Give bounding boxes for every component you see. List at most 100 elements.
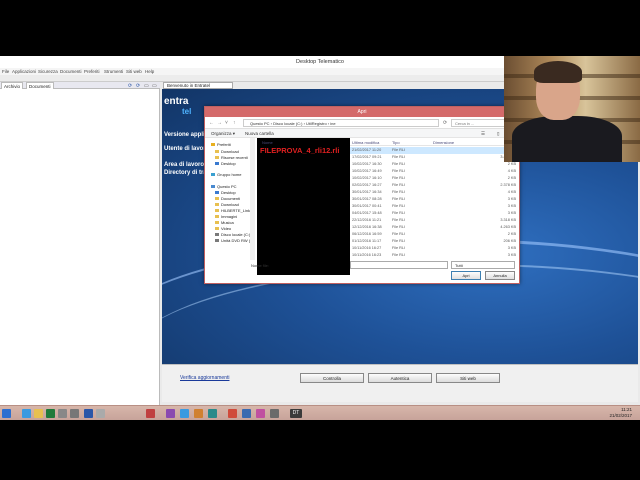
refresh-icon[interactable]: ⟳ [443, 120, 447, 126]
col-name[interactable]: Nome [262, 140, 273, 145]
col-type[interactable]: Tipo [392, 140, 400, 145]
siti-web-button[interactable]: Siti web [436, 373, 500, 383]
preview-filename: FILEPROVA_4_rli12.rli [260, 146, 340, 155]
menu-file[interactable]: File [2, 69, 9, 74]
file-row[interactable]: 10/02/2017 16:30 File RLI 2 KB [350, 161, 520, 168]
file-row[interactable]: 10/11/2016 16:23 File RLI 3 KB [350, 252, 520, 259]
file-row[interactable]: 17/02/2017 09:21File RLI3.466 KB [350, 154, 520, 161]
app2-icon[interactable] [70, 409, 79, 418]
menu-documenti[interactable]: Documenti [60, 69, 82, 74]
menu-strumenti[interactable]: Strumenti [104, 69, 123, 74]
file-type: File RLI [392, 183, 406, 187]
verifica-aggiornamenti-link[interactable]: Verifica aggiornamenti [180, 375, 229, 381]
cancel-button[interactable]: Annulla [485, 271, 515, 280]
nav-item[interactable]: Preferiti [211, 142, 231, 147]
nav-item[interactable]: Disco locale (C:) [215, 232, 250, 237]
controlla-button[interactable]: Controlla [300, 373, 364, 383]
file-row[interactable]: 30/01/2017 08:28 File RLI 3 KB [350, 196, 520, 203]
tab-archivio[interactable]: Archivio [1, 82, 24, 89]
ie-icon[interactable] [22, 409, 31, 418]
refresh-icon[interactable]: ⟳ [128, 83, 132, 89]
excel-icon[interactable] [46, 409, 55, 418]
file-row[interactable]: 10/02/2017 16:49 File RLI 4 KB [350, 168, 520, 175]
file-date: 30/01/2017 08:28 [352, 197, 382, 201]
menu-applicazioni[interactable]: Applicazioni [12, 69, 36, 74]
folder-icon [215, 215, 219, 219]
nav-item[interactable]: Questo PC [211, 184, 237, 189]
breadcrumb[interactable]: Questo PC › Disco locale (C:) › UtilRegi… [243, 119, 439, 127]
app3-icon[interactable] [96, 409, 105, 418]
up-icon[interactable]: ↑ [233, 120, 236, 126]
menu-preferiti[interactable]: Preferiti [84, 69, 100, 74]
back-icon[interactable]: ← [209, 120, 214, 126]
homegroup-icon [211, 173, 215, 177]
app7-icon[interactable] [208, 409, 217, 418]
explorer-icon[interactable] [34, 409, 43, 418]
nav-item[interactable]: Desktop [215, 190, 236, 195]
file-date: 12/12/2016 16:38 [352, 225, 382, 229]
nav-item[interactable]: Unità DVD RW ( [215, 238, 250, 243]
folder-icon [215, 197, 219, 201]
nav-scrollbar[interactable] [250, 138, 255, 260]
forward-icon[interactable]: → [217, 120, 222, 126]
organize-button[interactable]: Organizza ▾ [211, 131, 235, 137]
nav-item[interactable]: HILBERTE_Linkdin [215, 208, 254, 213]
nav-item[interactable]: Immagini [215, 214, 237, 219]
nav-item[interactable]: Documenti [215, 196, 240, 201]
view-icon[interactable]: ☰ [481, 131, 485, 137]
word-icon[interactable] [84, 409, 93, 418]
app9-icon[interactable] [270, 409, 279, 418]
file-row[interactable]: 10/02/2017 16:10 File RLI 2 KB [350, 175, 520, 182]
file-date: 17/02/2017 09:21 [352, 155, 382, 159]
file-row[interactable]: 01/12/2016 11:17 File RLI 206 KB [350, 238, 520, 245]
col-size[interactable]: Dimensione [433, 140, 454, 145]
tab-documenti[interactable]: Documenti [26, 82, 54, 89]
file-date: 10/11/2016 16:27 [352, 246, 382, 250]
file-row[interactable]: 30/01/2017 00:41 File RLI 3 KB [350, 203, 520, 210]
nav-item[interactable]: Musica [215, 220, 234, 225]
file-row[interactable]: 22/12/2016 11:21 File RLI 3.318 KB [350, 217, 520, 224]
col-date[interactable]: Ultima modifica [352, 140, 379, 145]
filename-input[interactable] [350, 261, 448, 269]
nav-item[interactable]: Risorse recenti [215, 155, 248, 160]
minimize-panel-icon[interactable]: ▭ [144, 83, 149, 89]
file-row[interactable]: 04/01/2017 15:48 File RLI 3 KB [350, 210, 520, 217]
paint-icon[interactable] [256, 409, 265, 418]
menu-siti-web[interactable]: Siti web [126, 69, 142, 74]
file-row[interactable]: 30/01/2017 16:34 File RLI 4 KB [350, 189, 520, 196]
filetype-select[interactable]: Tutti [451, 261, 515, 269]
star-icon [211, 143, 215, 147]
preview-pane-icon[interactable]: ▯ [497, 131, 499, 137]
menu-help[interactable]: Help [145, 69, 154, 74]
file-row[interactable]: 12/12/2016 16:38 File RLI 4.263 KB [350, 224, 520, 231]
dt-icon[interactable]: DT [290, 409, 302, 418]
file-row[interactable]: 02/02/2017 16:27 File RLI 2.378 KB [350, 182, 520, 189]
file-row[interactable]: 21/02/2017 11:20File RLI3 KB [350, 147, 520, 154]
clock[interactable]: 11:21 21/02/2017 [609, 407, 632, 419]
nav-item[interactable]: Download [215, 202, 239, 207]
nav-item[interactable]: Download [215, 149, 239, 154]
chrome-icon[interactable] [228, 409, 237, 418]
nav-item[interactable]: Desktop [215, 161, 236, 166]
dialog-title: Apri [357, 109, 367, 115]
nav-item[interactable]: Video [215, 226, 231, 231]
app6-icon[interactable] [194, 409, 203, 418]
start-icon[interactable] [2, 409, 11, 418]
app5-icon[interactable] [166, 409, 175, 418]
app8-icon[interactable] [242, 409, 251, 418]
new-folder-button[interactable]: Nuova cartella [245, 131, 274, 136]
nav-item[interactable]: Gruppo home [211, 172, 241, 177]
file-row[interactable]: 10/11/2016 16:27 File RLI 3 KB [350, 245, 520, 252]
refresh2-icon[interactable]: ⟳ [136, 83, 140, 89]
maximize-panel-icon[interactable]: ▭ [152, 83, 157, 89]
menu-sicurezza[interactable]: Sicurezza [38, 69, 58, 74]
app-icon[interactable] [58, 409, 67, 418]
autentica-button[interactable]: Autentica [368, 373, 432, 383]
open-file-dialog: Apri ✕ ← → ˅ ↑ Questo PC › Disco locale … [204, 106, 520, 284]
tab-benvenuto[interactable]: Benvenuto in Entratel [163, 82, 233, 89]
chevron-down-icon[interactable]: ˅ [225, 120, 228, 126]
app4-icon[interactable] [146, 409, 155, 418]
ie2-icon[interactable] [180, 409, 189, 418]
open-button[interactable]: Apri [451, 271, 481, 280]
file-row[interactable]: 06/12/2016 16:59 File RLI 2 KB [350, 231, 520, 238]
